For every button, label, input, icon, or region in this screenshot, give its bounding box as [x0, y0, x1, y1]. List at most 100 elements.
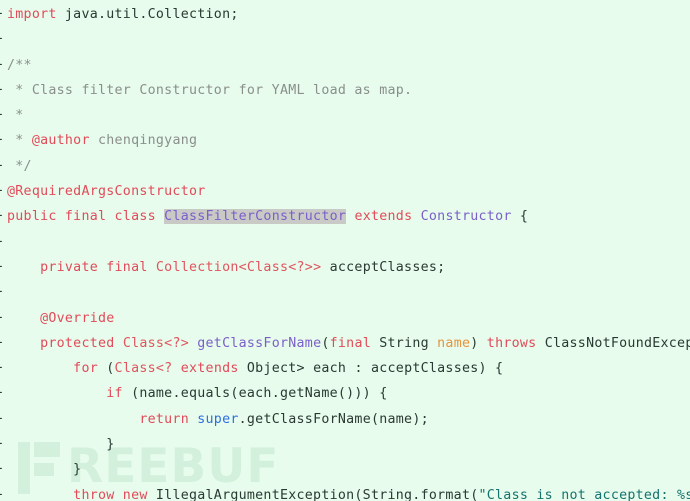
code-line[interactable]: + protected Class<?> getClassForName(fin… — [0, 331, 690, 356]
token-comment: * — [7, 133, 32, 149]
code-line[interactable]: + if (name.equals(each.getName())) { — [0, 381, 690, 406]
code-line-text: } — [7, 457, 690, 482]
token-plain: { — [511, 209, 529, 225]
code-lines-container[interactable]: +import java.util.Collection;+ +/**+ * C… — [0, 0, 690, 501]
token-string: "Class is not accepted: %s" — [478, 487, 690, 501]
diff-added-marker: + — [0, 78, 7, 103]
diff-added-marker: + — [0, 381, 7, 406]
token-comment: /** — [7, 57, 32, 73]
token-kw: protected — [40, 335, 123, 351]
diff-added-marker: + — [0, 154, 7, 179]
token-super: super — [197, 411, 239, 427]
token-kw: if — [106, 386, 123, 402]
code-line[interactable]: +@RequiredArgsConstructor — [0, 179, 690, 204]
code-line-text: if (name.equals(each.getName())) { — [7, 381, 690, 406]
token-anno: @Override — [40, 310, 115, 326]
code-line-text: private final Collection<Class<?>> accep… — [7, 255, 690, 280]
code-line[interactable]: + * @author chenqingyang — [0, 128, 690, 153]
token-kw: throw new — [73, 487, 148, 501]
code-diff-view: REEBUF +import java.util.Collection;+ +/… — [0, 0, 690, 501]
diff-added-marker: + — [0, 53, 7, 78]
code-line[interactable]: + — [0, 230, 690, 255]
code-line[interactable]: + return super.getClassForName(name); — [0, 407, 690, 432]
token-comment: */ — [7, 158, 32, 174]
diff-added-marker: + — [0, 483, 7, 501]
token-type: Collection<Class<?>> — [155, 259, 322, 275]
diff-added-marker: + — [0, 306, 7, 331]
token-classname: Constructor — [420, 209, 512, 225]
code-line-text: import java.util.Collection; — [7, 2, 690, 27]
diff-added-marker: + — [0, 432, 7, 457]
code-line[interactable]: + private final Collection<Class<?>> acc… — [0, 255, 690, 280]
diff-added-marker: + — [0, 356, 7, 381]
code-line[interactable]: + for (Class<? extends Object> each : ac… — [0, 356, 690, 381]
code-line[interactable]: + @Override — [0, 306, 690, 331]
code-line-text: */ — [7, 154, 690, 179]
token-kw: final — [329, 335, 371, 351]
token-plain: java.util.Collection; — [56, 7, 239, 22]
token-func: getClassForName — [197, 335, 322, 351]
token-plain: (name.equals(each.getName())) { — [122, 386, 388, 402]
diff-added-marker: + — [0, 27, 7, 52]
token-plain: acceptClasses; — [321, 259, 446, 275]
code-line-text: protected Class<?> getClassForName(final… — [7, 331, 690, 356]
code-line[interactable]: + — [0, 27, 690, 52]
code-line-text: * — [7, 103, 690, 128]
code-line-text: @RequiredArgsConstructor — [7, 179, 690, 204]
code-line-text: * Class filter Constructor for YAML load… — [7, 78, 690, 103]
code-line[interactable]: + } — [0, 457, 690, 482]
code-line[interactable]: + — [0, 280, 690, 305]
token-plain: .getClassForName(name); — [238, 411, 429, 427]
code-line-text: public final class ClassFilterConstructo… — [7, 204, 690, 229]
code-line[interactable]: + } — [0, 432, 690, 457]
token-plain: ( — [98, 361, 115, 377]
token-plain: ( — [321, 335, 330, 351]
token-type: Class<? — [114, 361, 173, 377]
code-line[interactable]: + * Class filter Constructor for YAML lo… — [0, 78, 690, 103]
code-line-text: * @author chenqingyang — [7, 128, 690, 153]
token-kw: extends — [354, 209, 413, 225]
token-type: Class<?> — [122, 335, 189, 351]
diff-added-marker: + — [0, 179, 7, 204]
code-line[interactable]: + throw new IllegalArgumentException(Str… — [0, 483, 690, 501]
token-kw: for — [73, 361, 98, 377]
code-line-text: return super.getClassForName(name); — [7, 407, 690, 432]
code-line[interactable]: +/** — [0, 53, 690, 78]
token-plain: ) — [470, 335, 487, 351]
diff-added-marker: + — [0, 128, 7, 153]
token-plain: IllegalArgumentException(String.format( — [147, 487, 479, 501]
token-plain: } — [7, 462, 82, 478]
code-line[interactable]: + */ — [0, 154, 690, 179]
selected-class-name: ClassFilterConstructor — [164, 209, 347, 225]
token-kw: extends — [180, 361, 239, 377]
diff-added-marker: + — [0, 230, 7, 255]
diff-added-marker: + — [0, 103, 7, 128]
token-kw: return — [139, 411, 189, 427]
diff-added-marker: + — [0, 255, 7, 280]
token-kw: public final class — [7, 209, 165, 225]
code-line-text: } — [7, 432, 690, 457]
code-line-text: throw new IllegalArgumentException(Strin… — [7, 483, 690, 501]
diff-added-marker: + — [0, 331, 7, 356]
token-anno: @author — [31, 133, 90, 149]
token-kw: import — [7, 7, 57, 22]
code-line[interactable]: +public final class ClassFilterConstruct… — [0, 204, 690, 229]
diff-added-marker: + — [0, 280, 7, 305]
code-line-text: /** — [7, 53, 690, 78]
token-comment: chenqingyang — [89, 133, 198, 149]
code-line-text: for (Class<? extends Object> each : acce… — [7, 356, 690, 381]
diff-added-marker: + — [0, 407, 7, 432]
token-plain: ClassNotFoundException { — [544, 335, 690, 351]
code-line[interactable]: +import java.util.Collection; — [0, 2, 690, 27]
code-line-text: @Override — [7, 306, 690, 331]
token-kw: throws — [486, 335, 537, 351]
code-line[interactable]: + * — [0, 103, 690, 128]
